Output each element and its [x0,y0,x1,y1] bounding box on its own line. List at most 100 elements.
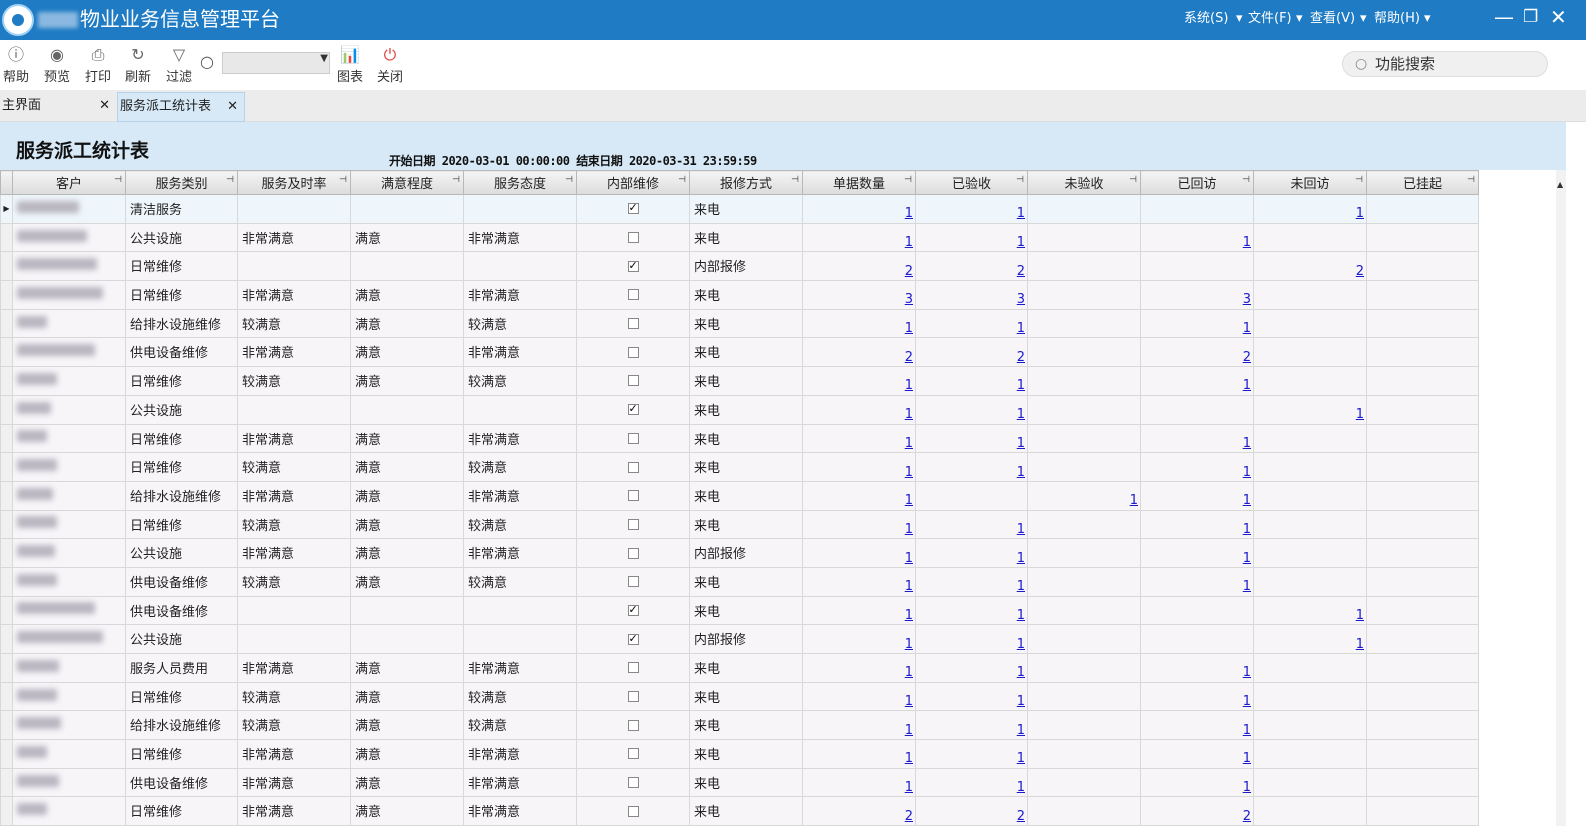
accepted-link[interactable]: 1 [1017,637,1025,652]
internal-repair-checkbox[interactable] [627,375,639,387]
pin-icon[interactable]: ⊣ [226,175,234,185]
visited-link[interactable]: 1 [1243,780,1251,795]
pin-icon[interactable]: ⊣ [678,175,686,185]
accepted-link[interactable]: 1 [1017,694,1025,709]
filter-button[interactable]: ▽ 过滤 [163,44,195,85]
internal-repair-checkbox[interactable] [627,662,639,674]
internal-repair-checkbox[interactable] [627,632,639,645]
close-button[interactable]: ⏻ 关闭 [374,44,406,85]
count-link[interactable]: 2 [905,264,913,279]
count-link[interactable]: 1 [905,493,913,508]
table-row[interactable]: 供电设备维修 非常满意 满意 非常满意 来电 2 2 2 [0,337,1479,368]
column-header[interactable]: 服务类别 ⊣ [125,170,238,195]
visited-link[interactable]: 1 [1243,723,1251,738]
count-link[interactable]: 1 [905,723,913,738]
unaccepted-link[interactable]: 1 [1130,493,1138,508]
pin-icon[interactable]: ⊣ [1016,175,1024,185]
count-link[interactable]: 1 [905,235,913,250]
visited-link[interactable]: 1 [1243,235,1251,250]
column-header[interactable]: 服务及时率 ⊣ [237,170,351,195]
count-link[interactable]: 1 [905,551,913,566]
table-row[interactable]: 日常维修 内部报修 2 2 2 [0,251,1479,282]
pin-icon[interactable]: ⊣ [1467,175,1475,185]
chart-button[interactable]: 📊 图表 [334,44,366,85]
accepted-link[interactable]: 1 [1017,206,1025,221]
table-row[interactable]: 供电设备维修 较满意 满意 较满意 来电 1 1 1 [0,566,1479,597]
restore-icon[interactable]: ❐ [1523,4,1538,30]
internal-repair-checkbox[interactable] [627,232,639,244]
pin-icon[interactable]: ⊣ [114,175,122,185]
tab-main[interactable]: 主界面 ✕ [0,92,116,122]
refresh-button[interactable]: ↻ 刷新 [122,44,154,85]
pin-icon[interactable]: ⊣ [904,175,912,185]
tab-dispatch-report[interactable]: 服务派工统计表 ✕ [117,92,245,122]
table-row[interactable]: 公共设施 非常满意 满意 非常满意 内部报修 1 1 1 [0,538,1479,568]
internal-repair-checkbox[interactable] [627,576,639,588]
accepted-link[interactable]: 3 [1017,292,1025,307]
search-dropdown[interactable]: ▼ [222,52,330,74]
table-row[interactable]: 日常维修 较满意 满意 较满意 来电 1 1 1 [0,366,1479,396]
internal-repair-checkbox[interactable] [627,461,639,473]
visited-link[interactable]: 1 [1243,378,1251,393]
pin-icon[interactable]: ⊣ [339,175,347,185]
visited-link[interactable]: 1 [1243,665,1251,680]
visited-link[interactable]: 1 [1243,551,1251,566]
visited-link[interactable]: 1 [1243,579,1251,594]
accepted-link[interactable]: 1 [1017,235,1025,250]
internal-repair-checkbox[interactable] [627,748,639,760]
accepted-link[interactable]: 2 [1017,264,1025,279]
table-row[interactable]: 公共设施 内部报修 1 1 1 [0,624,1479,654]
count-link[interactable]: 1 [905,378,913,393]
column-header[interactable]: 已验收 ⊣ [915,170,1028,195]
unvisited-link[interactable]: 1 [1356,637,1364,652]
count-link[interactable]: 1 [905,465,913,480]
internal-repair-checkbox[interactable] [627,547,639,559]
visited-link[interactable]: 1 [1243,522,1251,537]
unvisited-link[interactable]: 1 [1356,407,1364,422]
visited-link[interactable]: 1 [1243,493,1251,508]
accepted-link[interactable]: 1 [1017,465,1025,480]
column-header[interactable]: 未回访 ⊣ [1253,170,1367,195]
count-link[interactable]: 1 [905,321,913,336]
accepted-link[interactable]: 2 [1017,350,1025,365]
accepted-link[interactable]: 1 [1017,522,1025,537]
visited-link[interactable]: 1 [1243,436,1251,451]
visited-link[interactable]: 2 [1243,350,1251,365]
menu-file[interactable]: 文件(F) [1248,10,1292,28]
table-row[interactable]: 日常维修 非常满意 满意 非常满意 来电 1 1 1 [0,739,1479,769]
menu-view[interactable]: 查看(V) [1310,10,1355,28]
table-row[interactable]: 日常维修 较满意 满意 较满意 来电 1 1 1 [0,681,1479,712]
visited-link[interactable]: 1 [1243,694,1251,709]
help-button[interactable]: ⓘ 帮助 [0,44,32,85]
table-row[interactable]: 给排水设施维修 非常满意 满意 非常满意 来电 1 1 1 [0,480,1479,511]
table-row[interactable]: 日常维修 较满意 满意 较满意 来电 1 1 1 [0,452,1479,482]
internal-repair-checkbox[interactable] [627,318,639,330]
table-row[interactable]: 给排水设施维修 较满意 满意 较满意 来电 1 1 1 [0,710,1479,741]
column-header[interactable]: 满意程度 ⊣ [350,170,464,195]
accepted-link[interactable]: 1 [1017,780,1025,795]
count-link[interactable]: 1 [905,780,913,795]
accepted-link[interactable]: 1 [1017,751,1025,766]
table-row[interactable]: ▶ 清洁服务 来电 1 1 1 [0,194,1479,224]
table-row[interactable]: 公共设施 非常满意 满意 非常满意 来电 1 1 1 [0,222,1479,253]
column-header[interactable]: 已回访 ⊣ [1140,170,1254,195]
tab-close-icon[interactable]: ✕ [227,93,238,121]
count-link[interactable]: 2 [905,350,913,365]
column-header[interactable]: 已挂起 ⊣ [1366,170,1479,195]
internal-repair-checkbox[interactable] [627,719,639,731]
count-link[interactable]: 1 [905,665,913,680]
pin-icon[interactable]: ⊣ [1355,175,1363,185]
search-icon[interactable]: ○ [200,52,214,71]
table-row[interactable]: 供电设备维修 非常满意 满意 非常满意 来电 1 1 1 [0,767,1479,798]
pin-icon[interactable]: ⊣ [1242,175,1250,185]
count-link[interactable]: 1 [905,436,913,451]
visited-link[interactable]: 1 [1243,751,1251,766]
internal-repair-checkbox[interactable] [627,201,639,215]
accepted-link[interactable]: 1 [1017,551,1025,566]
minimize-icon[interactable]: — [1494,4,1514,30]
internal-repair-checkbox[interactable] [627,432,639,444]
column-header[interactable]: 未验收 ⊣ [1027,170,1141,195]
internal-repair-checkbox[interactable] [627,518,639,530]
unvisited-link[interactable]: 1 [1356,608,1364,623]
count-link[interactable]: 1 [905,694,913,709]
